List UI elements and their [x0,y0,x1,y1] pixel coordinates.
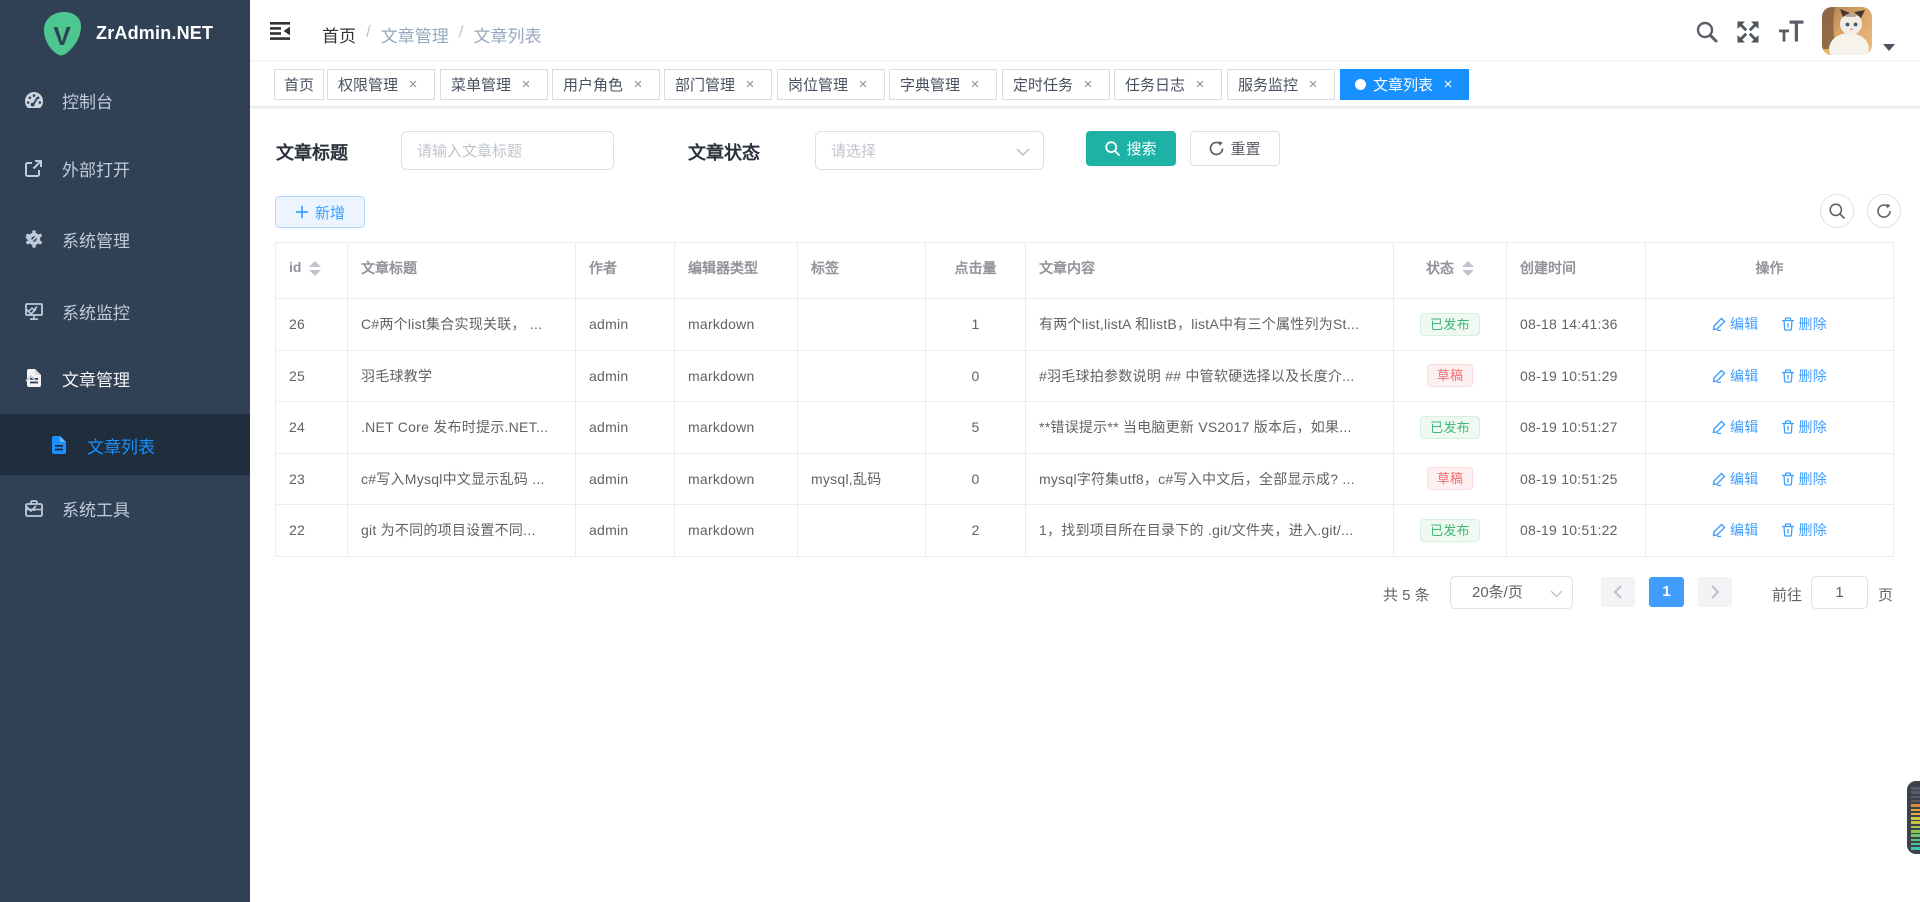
svg-text:V: V [53,21,71,51]
